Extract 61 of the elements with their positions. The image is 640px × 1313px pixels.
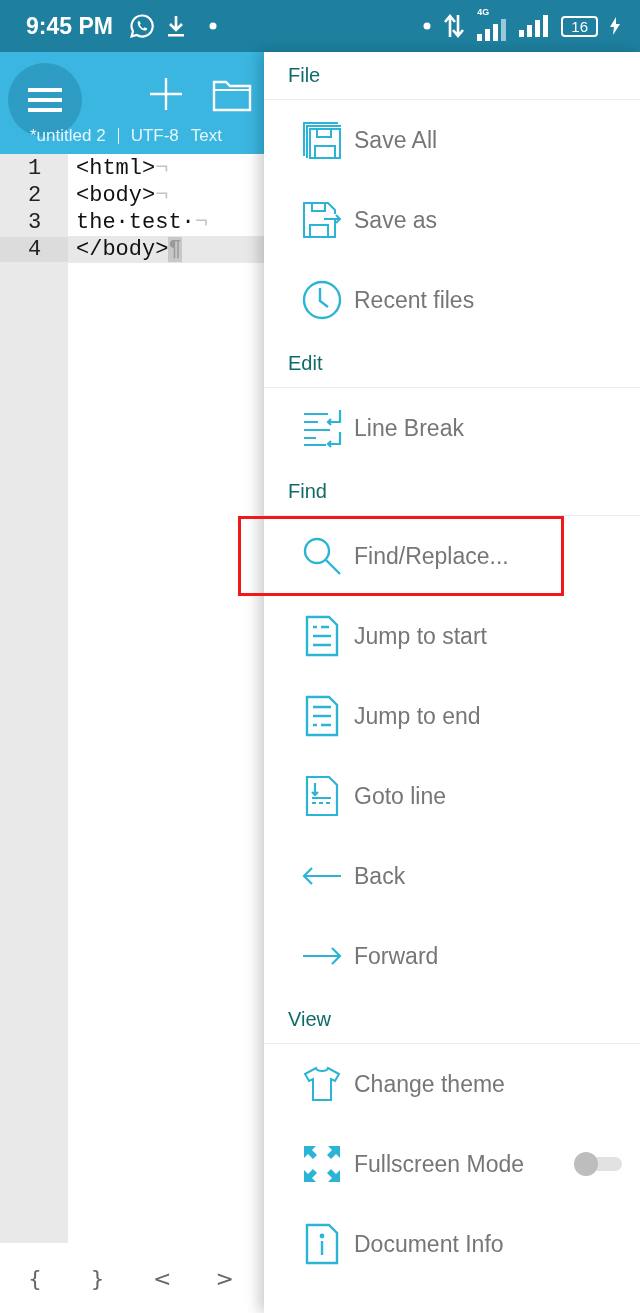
notification-dot-icon: [423, 22, 432, 30]
menu-icon: [28, 88, 62, 112]
document-info-icon: [305, 1223, 339, 1265]
line-number: 3: [27, 210, 43, 235]
charging-bolt-icon: [610, 17, 620, 35]
code-line: <body>: [75, 183, 156, 208]
search-icon: [302, 536, 342, 576]
symbol-key[interactable]: {: [14, 1265, 77, 1291]
menu-item[interactable]: Forward: [264, 916, 640, 996]
menu-item[interactable]: Jump to end: [264, 676, 640, 756]
symbol-key[interactable]: }: [76, 1265, 139, 1291]
document-list-icon: [305, 695, 339, 737]
end-of-line-mark: ¬: [194, 210, 209, 235]
code-line: </body>: [75, 237, 169, 262]
t-shirt-icon: [303, 1066, 341, 1102]
new-file-icon[interactable]: [150, 78, 182, 110]
menu-item[interactable]: Document Info: [264, 1204, 640, 1284]
line-number: 2: [27, 183, 43, 208]
menu-item[interactable]: Line Break: [264, 388, 640, 468]
floppy-disks-icon: [302, 120, 342, 160]
menu-item[interactable]: Goto line: [264, 756, 640, 836]
section-header: File: [264, 52, 640, 100]
menu-item[interactable]: Change theme: [264, 1044, 640, 1124]
clock-time: 9:45 PM: [26, 12, 113, 40]
document-arrow-icon: [305, 775, 339, 817]
section-header: Find: [264, 468, 640, 516]
section-header: View: [264, 996, 640, 1044]
forward-arrow-icon: [302, 947, 342, 965]
symbol-key[interactable]: >: [201, 1265, 264, 1291]
code-line: <html>: [75, 156, 156, 181]
menu-item[interactable]: Recent files: [264, 260, 640, 340]
toggle-switch[interactable]: [574, 1152, 622, 1176]
folder-icon[interactable]: [212, 78, 252, 112]
signal-icon: [519, 15, 550, 37]
notification-dot-icon: [208, 22, 217, 30]
back-arrow-icon: [302, 867, 342, 885]
end-of-line-mark: ¶: [168, 237, 182, 262]
chat-app-icon: [128, 13, 155, 39]
lines-return-icon: [302, 408, 342, 448]
download-icon: [166, 13, 185, 39]
clock-icon: [302, 280, 342, 320]
end-of-line-mark: ¬: [155, 156, 169, 181]
menu-item[interactable]: Fullscreen Mode: [264, 1124, 640, 1204]
data-transfer-icon: [443, 13, 466, 39]
menu-item[interactable]: Find/Replace...: [238, 516, 564, 596]
code-line: the·test·: [75, 210, 195, 235]
menu-item[interactable]: Jump to start: [264, 596, 640, 676]
battery-indicator: 16: [561, 15, 598, 37]
floppy-disk-arrow-icon: [302, 200, 342, 240]
menu-item[interactable]: Save as: [264, 180, 640, 260]
signal-icon: [477, 19, 508, 41]
line-number: 4: [0, 237, 68, 262]
network-type-label: 4G: [477, 7, 490, 17]
symbol-key[interactable]: <: [139, 1265, 202, 1291]
section-header: Edit: [264, 340, 640, 388]
line-number: 1: [27, 156, 43, 181]
menu-item[interactable]: Back: [264, 836, 640, 916]
document-list-icon: [305, 615, 339, 657]
end-of-line-mark: ¬: [155, 183, 169, 208]
menu-item[interactable]: Save All: [264, 100, 640, 180]
expand-arrows-icon: [304, 1146, 340, 1182]
